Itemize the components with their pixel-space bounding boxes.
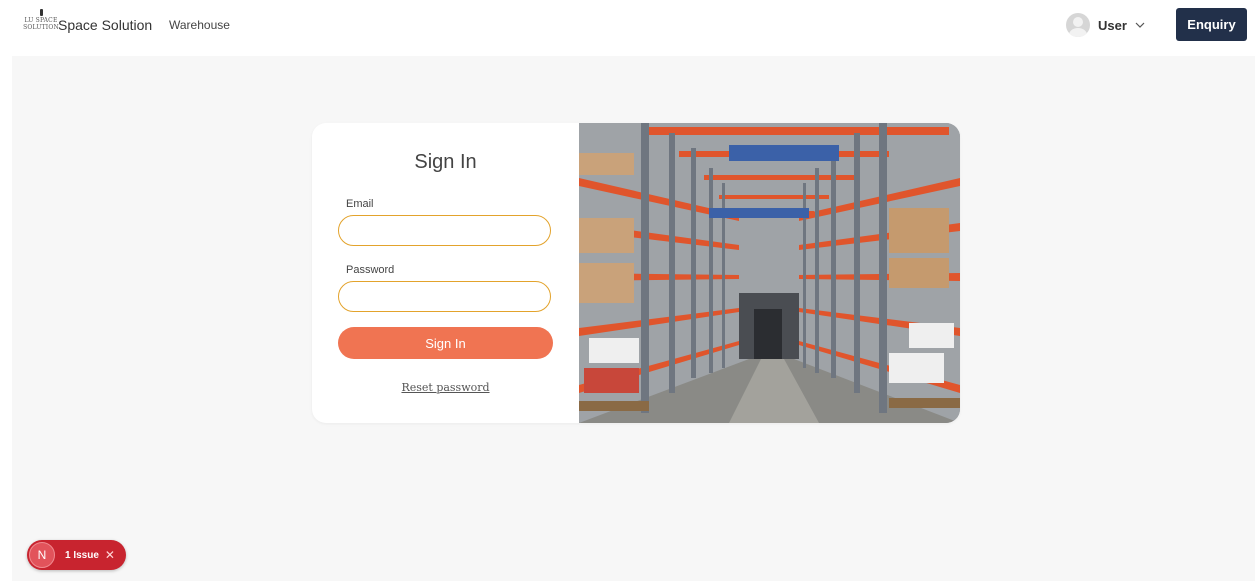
enquiry-button[interactable]: Enquiry [1176, 8, 1247, 41]
signin-button[interactable]: Sign In [338, 327, 553, 359]
email-field[interactable] [338, 215, 551, 246]
signin-form: Sign In Email Password Sign In Reset pas… [312, 123, 579, 423]
warehouse-image [579, 123, 960, 423]
logo[interactable]: LU SPACE SOLUTION [23, 9, 59, 41]
close-icon[interactable]: ✕ [105, 549, 115, 561]
signin-card: Sign In Email Password Sign In Reset pas… [312, 123, 960, 423]
chevron-down-icon [1135, 22, 1145, 28]
reset-password-link[interactable]: Reset password [312, 381, 579, 394]
logo-mark-icon [39, 9, 43, 16]
logo-text-line1: LU SPACE [24, 17, 58, 24]
issue-logo-icon: N [29, 542, 55, 568]
user-menu[interactable]: User [1066, 11, 1145, 39]
top-navbar: LU SPACE SOLUTION Space Solution Warehou… [0, 0, 1255, 54]
main-content: Sign In Email Password Sign In Reset pas… [12, 56, 1255, 581]
logo-text-line2: SOLUTION [23, 24, 59, 31]
user-avatar-icon [1066, 13, 1090, 37]
issue-count: 1 Issue [65, 549, 99, 561]
signin-title: Sign In [414, 151, 477, 173]
email-label: Email [346, 198, 374, 210]
brand-name[interactable]: Space Solution [58, 17, 152, 33]
warehouse-aisle-illustration [579, 123, 960, 423]
nav-link-warehouse[interactable]: Warehouse [169, 18, 230, 32]
user-label: User [1098, 17, 1127, 33]
password-field[interactable] [338, 281, 551, 312]
issue-badge[interactable]: N 1 Issue ✕ [27, 540, 126, 570]
password-label: Password [346, 264, 395, 276]
